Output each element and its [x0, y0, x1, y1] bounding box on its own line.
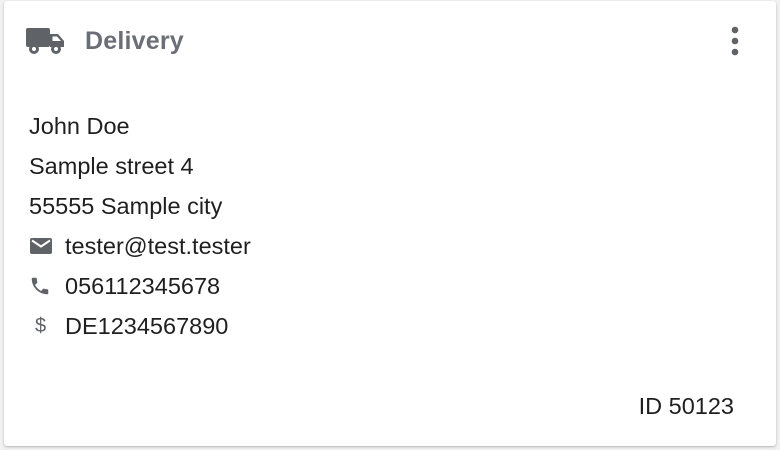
delivery-card: Delivery John Doe Sample street 4 55555 …	[4, 1, 776, 446]
email-row: tester@test.tester	[29, 226, 251, 266]
card-title: Delivery	[85, 27, 184, 55]
dollar-icon: $	[35, 315, 47, 337]
phone-value: 056112345678	[65, 273, 221, 299]
recipient-name: John Doe	[29, 113, 130, 139]
mail-icon	[30, 238, 52, 254]
record-id: ID 50123	[638, 393, 734, 419]
phone-icon	[31, 277, 49, 295]
truck-icon	[26, 28, 64, 54]
city-address: 55555 Sample city	[29, 193, 223, 219]
tax-id-value: DE1234567890	[65, 313, 229, 339]
email-value: tester@test.tester	[65, 233, 251, 259]
tax-id-row: $ DE1234567890	[29, 306, 251, 346]
more-options-button[interactable]	[720, 23, 750, 59]
phone-row: 056112345678	[29, 266, 251, 306]
more-vert-icon	[731, 26, 739, 56]
street-address: Sample street 4	[29, 153, 194, 179]
delivery-details: John Doe Sample street 4 55555 Sample ci…	[29, 106, 251, 346]
card-header: Delivery	[4, 1, 776, 81]
